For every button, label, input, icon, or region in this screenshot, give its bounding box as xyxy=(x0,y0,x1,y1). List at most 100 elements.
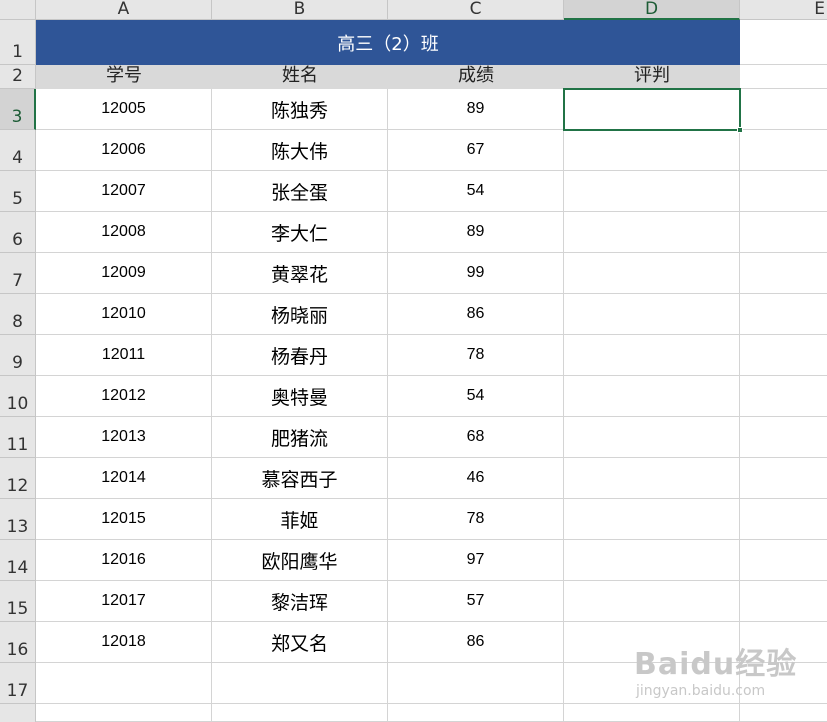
cell-rating[interactable] xyxy=(564,417,740,458)
cell-name[interactable]: 肥猪流 xyxy=(212,417,388,458)
cell-score[interactable]: 86 xyxy=(388,622,564,663)
row-header-10[interactable]: 10 xyxy=(0,376,36,417)
cell-name[interactable]: 杨晓丽 xyxy=(212,294,388,335)
cell-rating[interactable] xyxy=(564,581,740,622)
cell-rating[interactable] xyxy=(564,212,740,253)
row-header-6[interactable]: 6 xyxy=(0,212,36,253)
cell-score[interactable]: 99 xyxy=(388,253,564,294)
row-header-13[interactable]: 13 xyxy=(0,499,36,540)
row-header-12[interactable]: 12 xyxy=(0,458,36,499)
cell-e2[interactable] xyxy=(740,65,827,89)
cell-e[interactable] xyxy=(740,335,827,376)
cell-score[interactable] xyxy=(388,704,564,722)
row-header-5[interactable]: 5 xyxy=(0,171,36,212)
cell-e[interactable] xyxy=(740,458,827,499)
row-header-7[interactable]: 7 xyxy=(0,253,36,294)
cell-e[interactable] xyxy=(740,253,827,294)
column-header-d[interactable]: D xyxy=(564,0,740,20)
cell-student-id[interactable]: 12006 xyxy=(36,130,212,171)
cell-score[interactable]: 89 xyxy=(388,212,564,253)
active-cell-selection[interactable] xyxy=(563,88,741,131)
cell-rating[interactable] xyxy=(564,458,740,499)
cell-score[interactable] xyxy=(388,663,564,704)
cell-score[interactable]: 54 xyxy=(388,171,564,212)
column-header-c[interactable]: C xyxy=(388,0,564,20)
cell-e[interactable] xyxy=(740,376,827,417)
cell-student-id[interactable] xyxy=(36,704,212,722)
row-header-16[interactable]: 16 xyxy=(0,622,36,663)
row-header-3[interactable]: 3 xyxy=(0,89,36,130)
cell-name[interactable]: 黎洁珲 xyxy=(212,581,388,622)
cell-e[interactable] xyxy=(740,171,827,212)
cell-student-id[interactable]: 12008 xyxy=(36,212,212,253)
cell-student-id[interactable]: 12016 xyxy=(36,540,212,581)
cell-score[interactable]: 67 xyxy=(388,130,564,171)
header-name[interactable]: 姓名 xyxy=(212,65,388,89)
cell-student-id[interactable] xyxy=(36,663,212,704)
cell-name[interactable]: 郑又名 xyxy=(212,622,388,663)
cell-student-id[interactable]: 12009 xyxy=(36,253,212,294)
cell-student-id[interactable]: 12010 xyxy=(36,294,212,335)
cell-e[interactable] xyxy=(740,540,827,581)
cell-e[interactable] xyxy=(740,294,827,335)
cell-name[interactable]: 黄翠花 xyxy=(212,253,388,294)
row-header-17[interactable]: 17 xyxy=(0,663,36,704)
cell-student-id[interactable]: 12011 xyxy=(36,335,212,376)
cell-score[interactable]: 54 xyxy=(388,376,564,417)
cell-name[interactable]: 菲姬 xyxy=(212,499,388,540)
row-header-15[interactable]: 15 xyxy=(0,581,36,622)
cell-e1[interactable] xyxy=(740,20,827,65)
cell-name[interactable]: 陈独秀 xyxy=(212,89,388,130)
cell-student-id[interactable]: 12013 xyxy=(36,417,212,458)
cell-e[interactable] xyxy=(740,130,827,171)
header-student-id[interactable]: 学号 xyxy=(36,65,212,89)
cell-score[interactable]: 86 xyxy=(388,294,564,335)
cell-student-id[interactable]: 12007 xyxy=(36,171,212,212)
column-header-a[interactable]: A xyxy=(36,0,212,20)
cell-score[interactable]: 97 xyxy=(388,540,564,581)
cell-rating[interactable] xyxy=(564,253,740,294)
cell-name[interactable]: 奥特曼 xyxy=(212,376,388,417)
cell-name[interactable]: 张全蛋 xyxy=(212,171,388,212)
cell-rating[interactable] xyxy=(564,540,740,581)
row-header-8[interactable]: 8 xyxy=(0,294,36,335)
cell-rating[interactable] xyxy=(564,171,740,212)
row-header-1[interactable]: 1 xyxy=(0,20,36,65)
column-header-e[interactable]: E xyxy=(740,0,827,20)
row-header-2[interactable]: 2 xyxy=(0,65,36,89)
cell-score[interactable]: 57 xyxy=(388,581,564,622)
row-header-11[interactable]: 11 xyxy=(0,417,36,458)
fill-handle[interactable] xyxy=(737,127,743,133)
cell-e[interactable] xyxy=(740,212,827,253)
row-header-4[interactable]: 4 xyxy=(0,130,36,171)
row-header-18[interactable] xyxy=(0,704,36,722)
cell-e[interactable] xyxy=(740,581,827,622)
cell-student-id[interactable]: 12018 xyxy=(36,622,212,663)
row-header-14[interactable]: 14 xyxy=(0,540,36,581)
sheet-title-cell[interactable]: 高三（2）班 xyxy=(36,20,740,65)
cell-score[interactable]: 46 xyxy=(388,458,564,499)
cell-name[interactable]: 欧阳鹰华 xyxy=(212,540,388,581)
cell-rating[interactable] xyxy=(564,294,740,335)
row-header-9[interactable]: 9 xyxy=(0,335,36,376)
cell-rating[interactable] xyxy=(564,376,740,417)
cell-score[interactable]: 89 xyxy=(388,89,564,130)
cell-rating[interactable] xyxy=(564,335,740,376)
cell-name[interactable]: 杨春丹 xyxy=(212,335,388,376)
cell-student-id[interactable]: 12005 xyxy=(36,89,212,130)
cell-student-id[interactable]: 12012 xyxy=(36,376,212,417)
cell-name[interactable] xyxy=(212,704,388,722)
cell-score[interactable]: 78 xyxy=(388,335,564,376)
cell-name[interactable] xyxy=(212,663,388,704)
cell-rating[interactable] xyxy=(564,499,740,540)
cell-student-id[interactable]: 12015 xyxy=(36,499,212,540)
column-header-b[interactable]: B xyxy=(212,0,388,20)
cell-student-id[interactable]: 12017 xyxy=(36,581,212,622)
cell-score[interactable]: 78 xyxy=(388,499,564,540)
cell-e[interactable] xyxy=(740,499,827,540)
cell-rating[interactable] xyxy=(564,130,740,171)
cell-name[interactable]: 陈大伟 xyxy=(212,130,388,171)
header-score[interactable]: 成绩 xyxy=(388,65,564,89)
cell-name[interactable]: 李大仁 xyxy=(212,212,388,253)
cell-score[interactable]: 68 xyxy=(388,417,564,458)
